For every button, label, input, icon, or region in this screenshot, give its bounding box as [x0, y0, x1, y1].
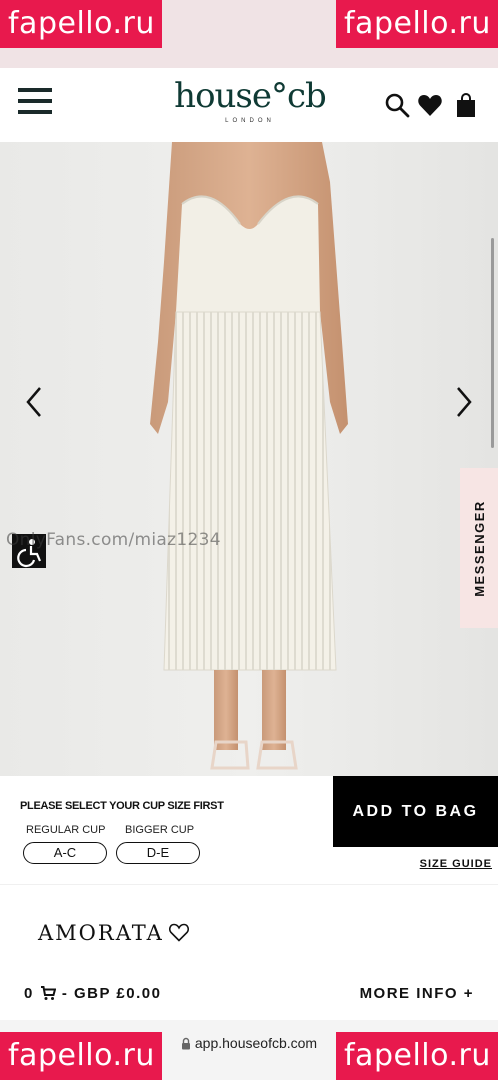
product-photo	[0, 142, 498, 776]
watermark-top-left: fapello.ru	[0, 0, 162, 48]
watermark-top-right: fapello.ru	[336, 0, 498, 48]
chevron-left-icon[interactable]	[22, 384, 46, 420]
regular-cup-label: REGULAR CUP	[26, 824, 106, 836]
wishlist-heart-icon[interactable]	[168, 921, 190, 943]
site-header: house°cb LONDON	[0, 68, 498, 142]
bigger-cup-label: BIGGER CUP	[125, 824, 195, 836]
browser-url: app.houseofcb.com	[194, 1035, 318, 1051]
logo-subtitle: LONDON	[225, 118, 275, 124]
messenger-label: MESSENGER	[471, 499, 487, 597]
watermark-bottom-left: fapello.ru	[0, 1032, 162, 1080]
cart-summary[interactable]: 0 - GBP £0.00	[24, 985, 161, 1002]
cup-size-prompt: PLEASE SELECT YOUR CUP SIZE FIRST	[20, 800, 224, 812]
cup-option-a-c[interactable]: A-C	[23, 842, 107, 864]
browser-bottom-strip	[0, 1020, 498, 1032]
cup-option-d-e[interactable]: D-E	[116, 842, 200, 864]
size-guide-link[interactable]: SIZE GUIDE	[420, 858, 492, 870]
logo-wordmark: house°cb	[174, 76, 327, 116]
product-name: AMORATA	[38, 921, 164, 945]
browser-url-bar[interactable]: app.houseofcb.com	[162, 1032, 336, 1080]
scrollbar[interactable]	[491, 238, 494, 448]
onlyfans-watermark: OnlyFans.com/miaz1234	[6, 530, 221, 550]
product-price: GBP £0.00	[74, 985, 162, 1002]
add-to-bag-button[interactable]: ADD TO BAG	[333, 776, 498, 847]
product-info: AMORATA 0 - GBP £0.00 MORE INFO +	[0, 884, 498, 1032]
price-separator: -	[61, 985, 69, 1002]
brand-logo[interactable]: house°cb LONDON	[172, 76, 328, 124]
more-info-toggle[interactable]: MORE INFO +	[360, 985, 474, 1002]
search-icon[interactable]	[384, 92, 410, 118]
cup-size-section: PLEASE SELECT YOUR CUP SIZE FIRST REGULA…	[0, 776, 498, 884]
messenger-tab[interactable]: MESSENGER	[460, 468, 498, 628]
shopping-bag-icon[interactable]	[453, 92, 479, 118]
heart-icon[interactable]	[417, 92, 443, 118]
cart-icon	[40, 986, 57, 1000]
hamburger-icon[interactable]	[18, 88, 52, 118]
chevron-right-icon[interactable]	[452, 384, 476, 420]
lock-icon	[181, 1037, 190, 1050]
product-image-carousel[interactable]: OnlyFans.com/miaz1234 MESSENGER	[0, 142, 498, 776]
watermark-bottom-right: fapello.ru	[336, 1032, 498, 1080]
cart-count: 0	[24, 985, 34, 1002]
